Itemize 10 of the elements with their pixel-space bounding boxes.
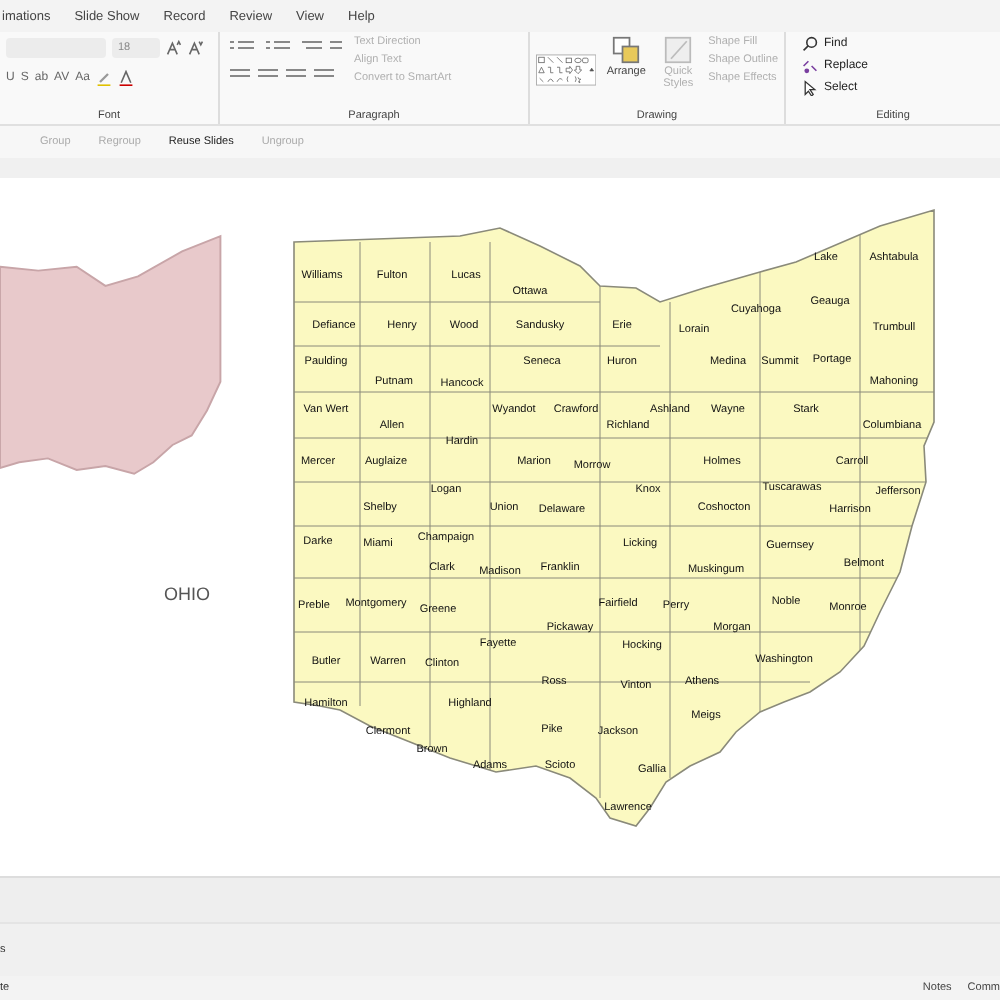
arrange-icon[interactable] bbox=[612, 36, 641, 64]
quick-styles-icon[interactable] bbox=[664, 36, 693, 64]
replace-icon bbox=[802, 58, 818, 74]
shrink-font-icon[interactable] bbox=[188, 40, 204, 56]
state-name: OHIO bbox=[164, 584, 211, 604]
highlighter-icon[interactable] bbox=[95, 70, 112, 86]
cursor-icon bbox=[802, 80, 818, 96]
font-color-icon[interactable] bbox=[117, 70, 134, 86]
grow-font-icon[interactable] bbox=[166, 40, 182, 56]
search-icon bbox=[802, 36, 818, 52]
